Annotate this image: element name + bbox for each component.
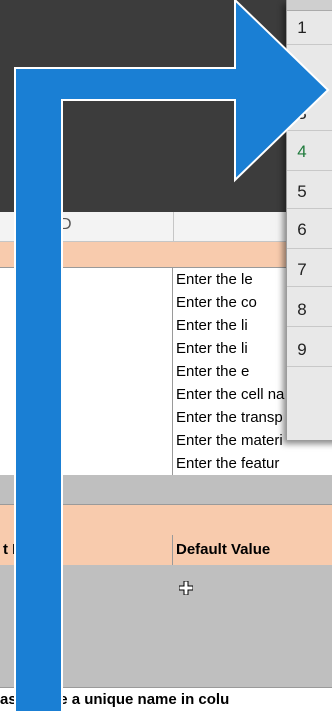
turn-right-arrow-icon [14,0,330,712]
cross-cursor-icon [179,581,193,595]
